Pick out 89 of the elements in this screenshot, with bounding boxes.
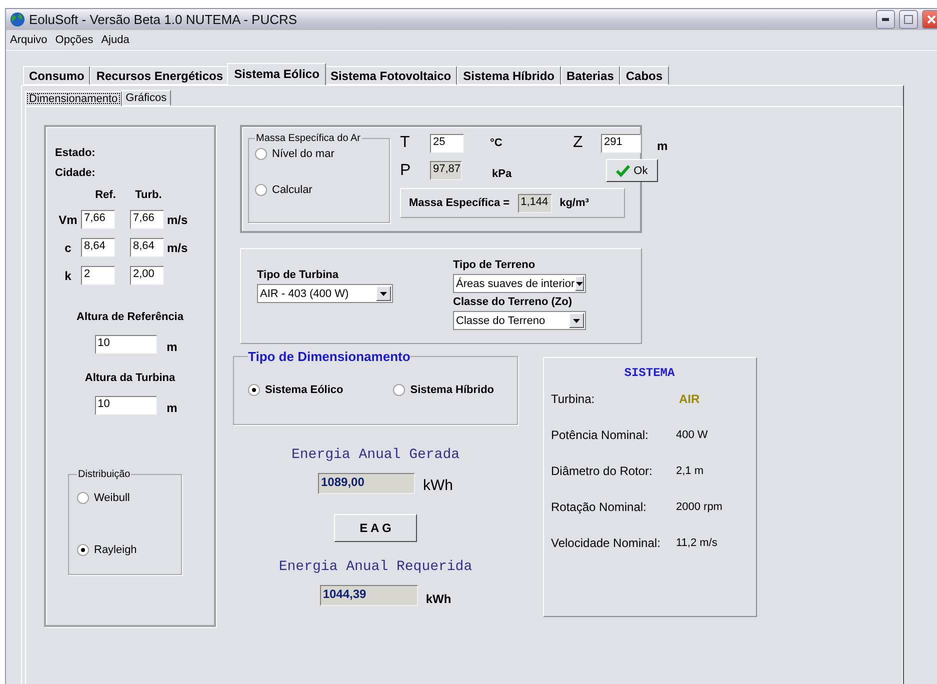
panel-title: SISTEMA: [624, 366, 675, 380]
unit-label: m/s: [167, 240, 188, 254]
unit-label: kPa: [492, 168, 512, 180]
spec-label: Velocidade Nominal:: [551, 536, 662, 550]
group-title: Distribuição: [77, 469, 132, 480]
menu-item[interactable]: Opções: [55, 34, 94, 46]
tab[interactable]: Sistema Híbrido: [457, 66, 560, 85]
column-header: Turb.: [135, 189, 162, 201]
city-label: Cidade:: [55, 167, 96, 179]
unit-label: kWh: [423, 477, 453, 494]
input-field[interactable]: 8,64: [130, 238, 164, 257]
dropdown[interactable]: AIR - 403 (400 W): [257, 284, 393, 303]
input-field[interactable]: 10: [94, 335, 157, 354]
radio-button[interactable]: Rayleigh: [77, 544, 173, 556]
unit-label: m: [166, 401, 178, 415]
globe-icon: [10, 12, 25, 27]
unit-label: m: [166, 340, 178, 354]
tab[interactable]: Sistema Eólico: [227, 63, 326, 85]
radio-button[interactable]: Weibull: [77, 492, 173, 504]
turbine-name: AIR: [678, 392, 701, 406]
ok-button[interactable]: Ok: [606, 159, 658, 182]
unit-label: m: [657, 139, 668, 153]
tab[interactable]: Consumo: [23, 66, 90, 85]
radio-button[interactable]: Sistema Eólico: [248, 384, 344, 396]
temperature-symbol: T: [400, 134, 411, 152]
input-field[interactable]: 2: [81, 266, 115, 285]
unit-label: m/s: [167, 212, 188, 226]
checkmark-icon: [616, 164, 630, 176]
spec-label: Diâmetro do Rotor:: [551, 464, 654, 478]
window-title: EoluSoft - Versão Beta 1.0 NUTEMA - PUCRS: [29, 12, 298, 27]
spec-label: Turbina:: [551, 392, 596, 406]
calculate-button[interactable]: E A G: [334, 514, 417, 542]
spec-label: Rotação Nominal:: [551, 500, 648, 514]
energy-title: Energia Anual Requerida: [278, 559, 472, 575]
tab[interactable]: Recursos Energéticos: [90, 66, 230, 85]
input-field[interactable]: 291: [601, 134, 641, 152]
radio-button[interactable]: Nível do mar: [255, 148, 383, 160]
parameter-label: c: [64, 240, 72, 254]
parameter-label: Vm: [58, 212, 78, 226]
input-field[interactable]: 8,64: [81, 238, 115, 257]
height-label: Altura de Referência: [76, 311, 184, 323]
radio-button[interactable]: Calcular: [255, 184, 383, 196]
caret-icon: [569, 313, 584, 328]
spec-value: 2000 rpm: [676, 501, 724, 513]
group-title: Tipo de Dimensionamento: [248, 349, 410, 364]
unit-label: °C: [490, 137, 504, 149]
turbine-type-label: Tipo de Turbina: [257, 269, 340, 281]
input-field[interactable]: 2,00: [130, 266, 164, 285]
tab[interactable]: Dimensionamento: [25, 91, 122, 106]
radio-button[interactable]: Sistema Híbrido: [393, 384, 494, 396]
parameter-label: k: [64, 268, 72, 282]
spec-value: 400 W: [676, 429, 709, 441]
spec-label: Potência Nominal:: [551, 428, 650, 442]
state-label: Estado:: [55, 147, 96, 159]
close-icon: [927, 15, 936, 24]
unit-label: kWh: [426, 592, 452, 606]
minimize-icon: [882, 18, 889, 21]
caret-icon: [376, 286, 391, 301]
input-field[interactable]: 10: [94, 396, 157, 415]
unit-label: kg/m³: [560, 197, 589, 209]
input-field[interactable]: 25: [430, 134, 464, 152]
menu-item[interactable]: Ajuda: [101, 34, 130, 46]
pressure-symbol: P: [400, 162, 412, 180]
tab[interactable]: Cabos: [620, 66, 669, 85]
tab[interactable]: Baterias: [560, 66, 620, 85]
output-field: 1089,00: [318, 473, 415, 494]
terrain-class-label: Classe do Terreno (Zo): [453, 296, 573, 308]
minimize-button[interactable]: [876, 10, 895, 29]
maximize-icon: [904, 15, 913, 24]
input-field[interactable]: 7,66: [81, 210, 115, 229]
group-title: Massa Específica do Ar: [255, 133, 362, 144]
caret-icon: [574, 276, 584, 291]
density-label: Massa Específica =: [409, 197, 510, 209]
tab[interactable]: Gráficos: [122, 90, 171, 106]
energy-title: Energia Anual Gerada: [291, 447, 460, 463]
menu-item[interactable]: Arquivo: [10, 34, 48, 46]
spec-value: 2,1 m: [676, 465, 705, 477]
terrain-type-label: Tipo de Terreno: [453, 259, 536, 271]
output-field: 1044,39: [320, 585, 418, 606]
tab[interactable]: Sistema Fotovoltaico: [324, 66, 458, 85]
dropdown[interactable]: Classe do Terreno: [453, 311, 586, 330]
altitude-symbol: Z: [573, 134, 584, 152]
maximize-button[interactable]: [899, 10, 918, 29]
height-label: Altura da Turbina: [84, 372, 176, 384]
column-header: Ref.: [95, 189, 116, 201]
spec-value: 11,2 m/s: [676, 537, 718, 549]
dropdown[interactable]: Áreas suaves de interior: [453, 274, 586, 293]
close-button[interactable]: [922, 10, 937, 29]
input-field[interactable]: 7,66: [130, 210, 164, 229]
